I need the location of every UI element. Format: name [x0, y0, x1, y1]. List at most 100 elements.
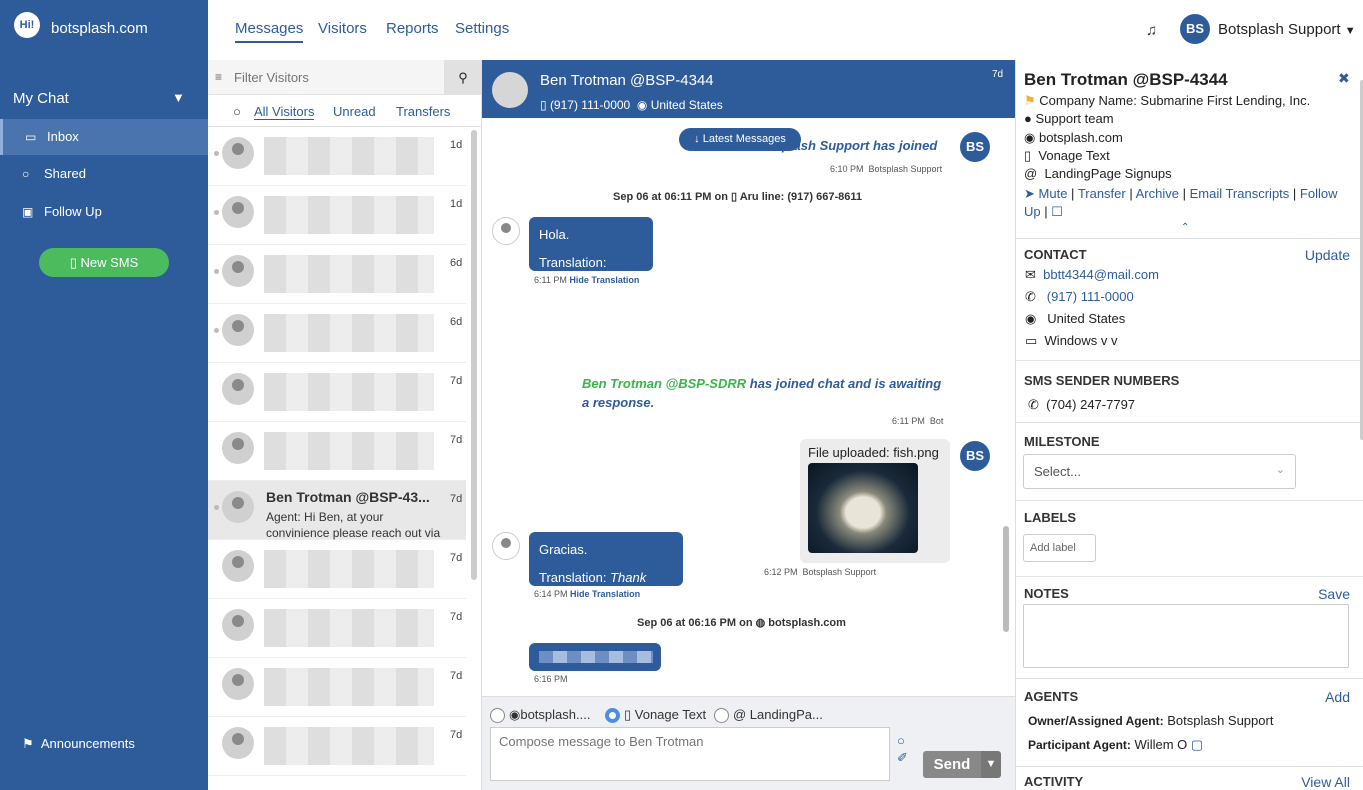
tab-unread[interactable]: Unread [333, 104, 376, 119]
tab-reports[interactable]: Reports [386, 20, 439, 37]
radio-button[interactable] [490, 708, 505, 724]
bell-icon[interactable]: ♫ [1146, 22, 1157, 39]
channel-option-landingpage[interactable]: @ LandingPa... [714, 707, 823, 724]
visitor-row[interactable]: 7d [208, 540, 466, 599]
tab-all-visitors[interactable]: All Visitors [254, 104, 315, 120]
send-button[interactable]: Send [923, 751, 981, 778]
agent-avatar: BS [960, 132, 990, 162]
botsplash-logo-icon[interactable]: Hi! [14, 12, 40, 38]
contact-phone[interactable]: (917) 111-0000 [1047, 289, 1134, 304]
tab-visitors[interactable]: Visitors [318, 20, 367, 37]
radio-button-selected[interactable] [605, 708, 620, 724]
visitor-row[interactable]: 7d [208, 599, 466, 658]
bookmark-icon[interactable]: ☐ [1051, 204, 1063, 219]
visitor-row[interactable]: 1d [208, 186, 466, 245]
tab-transfers[interactable]: Transfers [396, 104, 450, 119]
brand-name[interactable]: botsplash.com [51, 20, 148, 37]
notes-save-link[interactable]: Save [1318, 586, 1350, 602]
filter-visitors-input[interactable] [234, 60, 444, 95]
mute-action[interactable]: Mute [1039, 186, 1068, 201]
team-name: Support team [1035, 111, 1114, 126]
date-separator: Sep 06 at 06:16 PM on ◍ botsplash.com [637, 617, 846, 629]
latest-messages-label: Latest Messages [702, 133, 786, 145]
user-avatar[interactable]: BS [1180, 14, 1210, 44]
chat-scrollbar[interactable] [1003, 526, 1009, 632]
visitor-row[interactable]: 6d [208, 304, 466, 363]
tab-settings[interactable]: Settings [455, 20, 509, 37]
radio-button[interactable] [714, 708, 729, 724]
sidebar-item-shared[interactable]: ○ Shared [0, 156, 208, 192]
notes-textarea[interactable] [1023, 604, 1349, 668]
email-transcripts-action[interactable]: Email Transcripts [1190, 186, 1290, 201]
activity-section: ACTIVITY View All [1016, 766, 1363, 790]
follow-up-action[interactable]: Follow Up [1024, 186, 1337, 219]
paperclip-icon[interactable]: ✐ [897, 750, 908, 766]
megaphone-icon: ⚑ [22, 736, 41, 751]
archive-action[interactable]: Archive [1136, 186, 1179, 201]
add-label-input[interactable]: Add label [1023, 534, 1096, 562]
contact-email[interactable]: bbtt4344@mail.com [1043, 267, 1159, 282]
collapse-chevron-icon[interactable]: ⌃ [1181, 222, 1189, 233]
channel-label: botsplash.... [520, 707, 591, 722]
owner-value: Botsplash Support [1167, 713, 1274, 728]
visitor-row[interactable]: 7d [208, 717, 466, 776]
trash-icon[interactable]: ▢ [1191, 737, 1203, 752]
labels-section: LABELS Add label [1016, 500, 1363, 574]
filter-icon[interactable]: ▼ [172, 90, 185, 105]
latest-messages-button[interactable]: ↓ Latest Messages [679, 128, 801, 151]
campaign-name: LandingPage Signups [1044, 166, 1172, 181]
visitor-row[interactable]: 7d [208, 363, 466, 422]
uploaded-image[interactable] [808, 463, 918, 553]
hide-translation-link[interactable]: Hide Translation [570, 589, 640, 599]
visitor-avatar [222, 255, 254, 287]
visitor-name: Ben Trotman @BSP-43... [266, 489, 430, 505]
visitor-age: 7d [450, 611, 463, 623]
participant-label: Participant Agent: [1028, 738, 1131, 752]
hide-translation-link[interactable]: Hide Translation [569, 275, 639, 285]
agents-add-link[interactable]: Add [1325, 689, 1350, 705]
activity-title: ACTIVITY [1024, 774, 1084, 789]
visitor-list-scrollbar[interactable] [471, 130, 477, 580]
new-sms-button[interactable]: ▯ New SMS [39, 248, 169, 277]
emoji-chat-icon[interactable]: ○ [897, 733, 908, 748]
status-dot [214, 328, 219, 333]
announcements-link[interactable]: ⚑ Announcements [22, 736, 135, 752]
compose-message-input[interactable] [490, 727, 890, 781]
message-meta: 6:11 PM Bot [892, 416, 944, 426]
redacted-content [264, 255, 434, 293]
milestone-select[interactable]: Select... ⌄ [1023, 454, 1296, 489]
sidebar-item-follow-up[interactable]: ▣ Follow Up [0, 194, 208, 230]
contact-update-link[interactable]: Update [1305, 247, 1350, 263]
labels-title: LABELS [1024, 510, 1076, 525]
search-icon[interactable]: ⚲ [444, 60, 481, 95]
message-thread: plash Support has joined ↓ Latest Messag… [482, 118, 1002, 754]
visitor-age: 7d [450, 729, 463, 741]
visitor-row[interactable]: 7d [208, 658, 466, 717]
redacted-content [264, 314, 434, 352]
channel-option-botsplash[interactable]: ◉botsplash.... [490, 707, 591, 724]
phone-icon: ▯ [69, 255, 81, 270]
visitor-row-selected[interactable]: Ben Trotman @BSP-43... Agent: Hi Ben, at… [208, 481, 466, 540]
transfer-action[interactable]: Transfer [1078, 186, 1126, 201]
channel-option-vonage[interactable]: ▯ Vonage Text [605, 707, 706, 724]
visitor-row[interactable]: 1d [208, 127, 466, 186]
visitor-avatar [222, 196, 254, 228]
tab-messages[interactable]: Messages [235, 20, 304, 43]
sliders-icon[interactable]: ≡ [215, 70, 222, 84]
visitor-avatar [222, 491, 254, 523]
calendar-icon: ▣ [22, 205, 34, 219]
visitor-age: 7d [450, 375, 463, 387]
sidebar-item-inbox[interactable]: ▭ Inbox [0, 119, 208, 155]
redacted-content [264, 137, 434, 175]
visitor-row[interactable]: 6d [208, 245, 466, 304]
sms-sender-section: SMS SENDER NUMBERS ✆ (704) 247-7797 [1016, 360, 1363, 420]
activity-view-all-link[interactable]: View All [1301, 774, 1350, 790]
visitor-row[interactable]: 7d [208, 422, 466, 481]
sms-number-line: ✆ (704) 247-7797 [1028, 397, 1135, 413]
message-meta: 6:10 PM Botsplash Support [830, 164, 943, 174]
user-menu[interactable]: Botsplash Support ▼ [1218, 21, 1356, 38]
chat-location: United States [650, 98, 723, 112]
close-icon[interactable]: ✖ [1338, 70, 1350, 87]
send-options-dropdown[interactable]: ▼ [981, 751, 1001, 778]
status-dot [214, 269, 219, 274]
